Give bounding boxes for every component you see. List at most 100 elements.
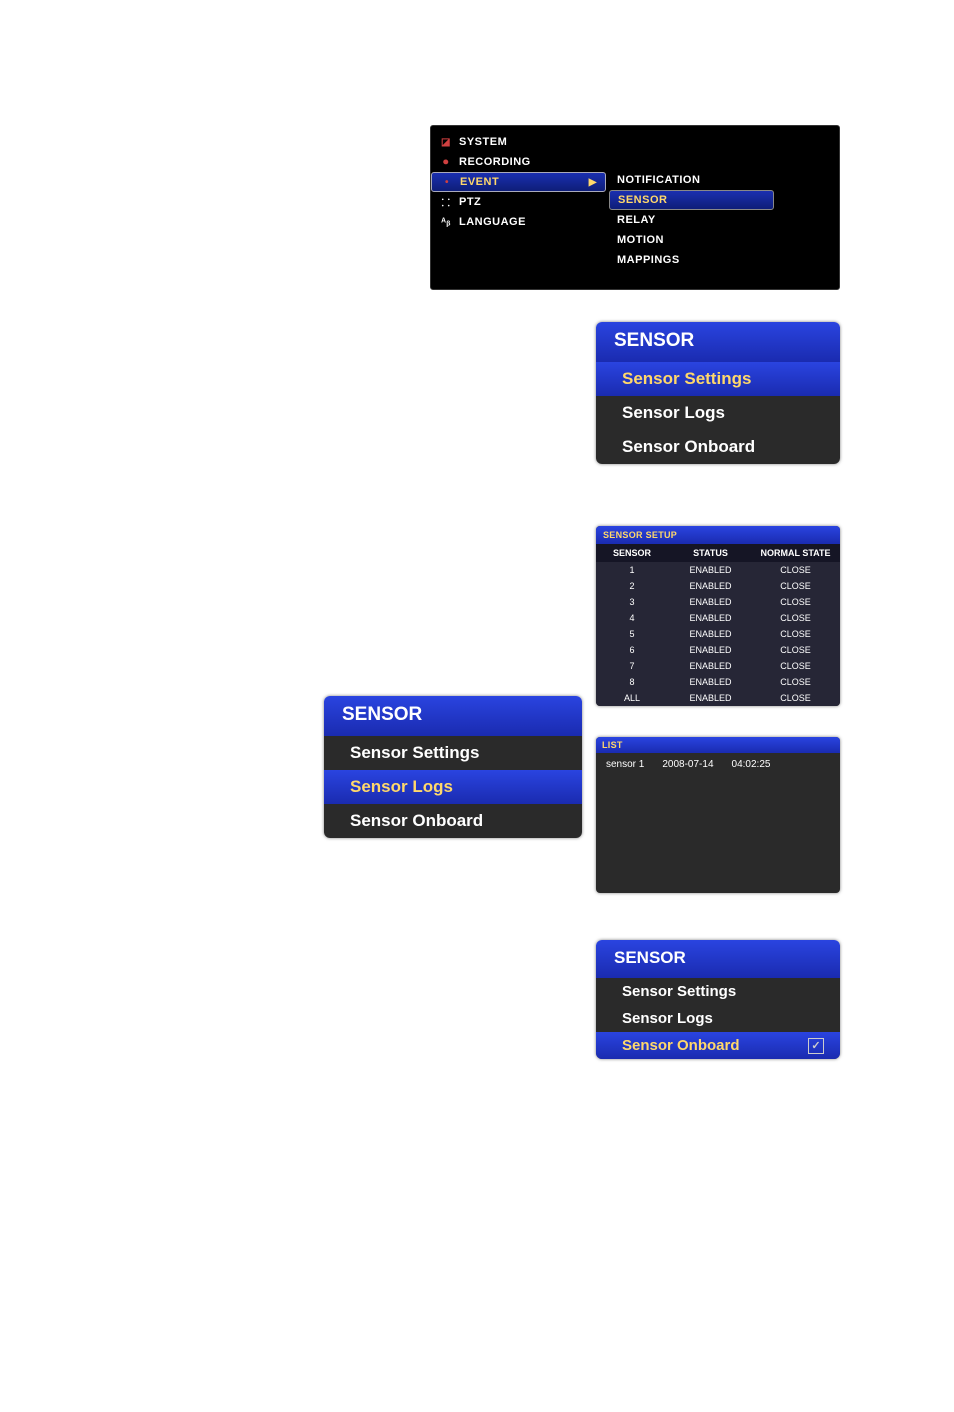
table-row[interactable]: 8ENABLEDCLOSE xyxy=(596,674,840,690)
nav-label: RECORDING xyxy=(459,156,531,168)
nav-mappings[interactable]: MAPPINGS xyxy=(609,250,774,270)
table-cell: CLOSE xyxy=(753,693,838,703)
col-header-normal-state: NORMAL STATE xyxy=(753,548,838,558)
table-row[interactable]: ALLENABLEDCLOSE xyxy=(596,690,840,706)
menu-item-sensor-onboard[interactable]: Sensor Onboard xyxy=(596,430,840,464)
sensor-menu-settings: SENSOR Sensor Settings Sensor Logs Senso… xyxy=(596,322,840,464)
panel-title: SENSOR xyxy=(596,322,840,362)
sensor-setup-table: SENSOR SETUP SENSOR STATUS NORMAL STATE … xyxy=(596,526,840,706)
panel-title: SENSOR xyxy=(324,696,582,736)
table-cell: ENABLED xyxy=(668,597,753,607)
table-cell: CLOSE xyxy=(753,629,838,639)
menu-item-label: Sensor Settings xyxy=(350,743,479,763)
menu-item-label: Sensor Logs xyxy=(622,403,725,423)
table-cell: 1 xyxy=(596,565,668,575)
main-nav-right: NOTIFICATION SENSOR RELAY MOTION MAPPING… xyxy=(609,164,774,289)
table-header-row: SENSOR STATUS NORMAL STATE xyxy=(596,544,840,562)
table-row[interactable]: 5ENABLEDCLOSE xyxy=(596,626,840,642)
menu-item-label: Sensor Onboard xyxy=(622,437,755,457)
panel-body: Sensor Settings Sensor Logs Sensor Onboa… xyxy=(324,736,582,838)
nav-label: PTZ xyxy=(459,196,481,208)
table-cell: ENABLED xyxy=(668,581,753,591)
nav-label: LANGUAGE xyxy=(459,216,526,228)
list-title: LIST xyxy=(596,737,840,753)
panel-title: SENSOR xyxy=(596,940,840,978)
nav-language[interactable]: ᴬᵦ LANGUAGE xyxy=(431,212,606,232)
table-row[interactable]: 3ENABLEDCLOSE xyxy=(596,594,840,610)
arrow-right-icon: ▶ xyxy=(589,177,597,188)
table-cell: CLOSE xyxy=(753,645,838,655)
nav-label: EVENT xyxy=(460,176,499,188)
nav-label: SYSTEM xyxy=(459,136,507,148)
nav-label: RELAY xyxy=(617,214,656,226)
list-row-time: 04:02:25 xyxy=(732,759,771,770)
menu-item-sensor-settings[interactable]: Sensor Settings xyxy=(596,978,840,1005)
menu-item-sensor-onboard[interactable]: Sensor Onboard ✓ xyxy=(596,1032,840,1059)
nav-label: NOTIFICATION xyxy=(617,174,700,186)
table-cell: ENABLED xyxy=(668,645,753,655)
table-row[interactable]: 1ENABLEDCLOSE xyxy=(596,562,840,578)
nav-label: MOTION xyxy=(617,234,664,246)
table-row[interactable]: 4ENABLEDCLOSE xyxy=(596,610,840,626)
table-cell: CLOSE xyxy=(753,613,838,623)
list-row[interactable]: sensor 1 2008-07-14 04:02:25 xyxy=(606,759,830,770)
table-row[interactable]: 2ENABLEDCLOSE xyxy=(596,578,840,594)
main-nav-left: ◪ SYSTEM ⏺ RECORDING • EVENT ▶ ⸬ PTZ ᴬᵦ … xyxy=(431,126,606,289)
menu-item-sensor-logs[interactable]: Sensor Logs xyxy=(324,770,582,804)
col-header-status: STATUS xyxy=(668,548,753,558)
nav-label: MAPPINGS xyxy=(617,254,680,266)
main-nav-menu: ◪ SYSTEM ⏺ RECORDING • EVENT ▶ ⸬ PTZ ᴬᵦ … xyxy=(430,125,840,290)
col-header-sensor: SENSOR xyxy=(596,548,668,558)
table-row[interactable]: 7ENABLEDCLOSE xyxy=(596,658,840,674)
table-body: 1ENABLEDCLOSE2ENABLEDCLOSE3ENABLEDCLOSE4… xyxy=(596,562,840,706)
list-row-date: 2008-07-14 xyxy=(662,759,713,770)
table-cell: ENABLED xyxy=(668,693,753,703)
table-cell: ENABLED xyxy=(668,677,753,687)
table-cell: CLOSE xyxy=(753,565,838,575)
menu-item-label: Sensor Onboard xyxy=(350,811,483,831)
menu-item-label: Sensor Logs xyxy=(622,1010,713,1027)
table-cell: 7 xyxy=(596,661,668,671)
table-cell: 6 xyxy=(596,645,668,655)
table-cell: ENABLED xyxy=(668,629,753,639)
menu-item-sensor-logs[interactable]: Sensor Logs xyxy=(596,1005,840,1032)
table-cell: 5 xyxy=(596,629,668,639)
menu-item-sensor-settings[interactable]: Sensor Settings xyxy=(596,362,840,396)
panel-body: Sensor Settings Sensor Logs Sensor Onboa… xyxy=(596,362,840,464)
table-cell: CLOSE xyxy=(753,661,838,671)
menu-item-sensor-settings[interactable]: Sensor Settings xyxy=(324,736,582,770)
menu-item-label: Sensor Settings xyxy=(622,369,751,389)
ptz-icon: ⸬ xyxy=(439,195,453,209)
panel-body: Sensor Settings Sensor Logs Sensor Onboa… xyxy=(596,978,840,1059)
nav-relay[interactable]: RELAY xyxy=(609,210,774,230)
table-cell: 2 xyxy=(596,581,668,591)
table-cell: ENABLED xyxy=(668,565,753,575)
menu-item-label: Sensor Settings xyxy=(622,983,736,1000)
menu-item-label: Sensor Onboard xyxy=(622,1037,740,1054)
nav-sensor[interactable]: SENSOR xyxy=(609,190,774,210)
sensor-log-list: LIST sensor 1 2008-07-14 04:02:25 xyxy=(596,737,840,893)
table-cell: 3 xyxy=(596,597,668,607)
table-cell: CLOSE xyxy=(753,677,838,687)
table-cell: ENABLED xyxy=(668,613,753,623)
bullet-icon: • xyxy=(440,177,454,188)
table-title: SENSOR SETUP xyxy=(596,526,840,544)
nav-notification[interactable]: NOTIFICATION xyxy=(609,170,774,190)
nav-recording[interactable]: ⏺ RECORDING xyxy=(431,152,606,172)
table-row[interactable]: 6ENABLEDCLOSE xyxy=(596,642,840,658)
sensor-menu-onboard: SENSOR Sensor Settings Sensor Logs Senso… xyxy=(596,940,840,1059)
check-icon[interactable]: ✓ xyxy=(808,1038,824,1054)
nav-event[interactable]: • EVENT ▶ xyxy=(431,172,606,192)
list-body: sensor 1 2008-07-14 04:02:25 xyxy=(596,753,840,893)
menu-item-sensor-logs[interactable]: Sensor Logs xyxy=(596,396,840,430)
language-icon: ᴬᵦ xyxy=(439,217,453,228)
table-cell: ENABLED xyxy=(668,661,753,671)
nav-motion[interactable]: MOTION xyxy=(609,230,774,250)
record-icon: ⏺ xyxy=(439,157,453,168)
table-cell: CLOSE xyxy=(753,581,838,591)
nav-system[interactable]: ◪ SYSTEM xyxy=(431,132,606,152)
menu-item-sensor-onboard[interactable]: Sensor Onboard xyxy=(324,804,582,838)
nav-label: SENSOR xyxy=(618,194,667,206)
nav-ptz[interactable]: ⸬ PTZ xyxy=(431,192,606,212)
menu-item-label: Sensor Logs xyxy=(350,777,453,797)
